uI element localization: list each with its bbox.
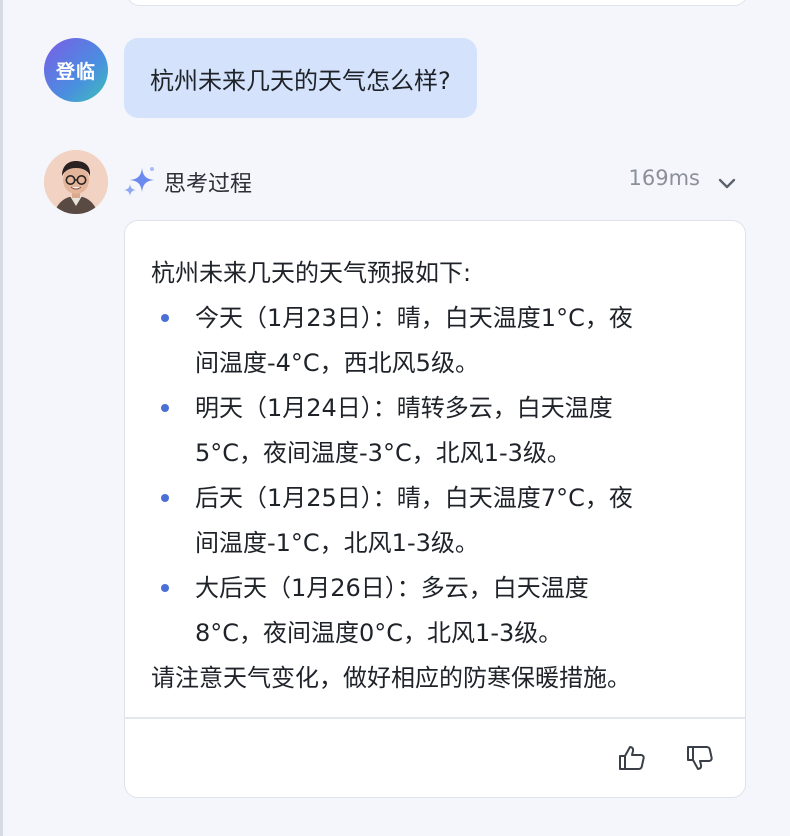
- bullet-dot: [161, 404, 169, 412]
- assistant-answer-card: 杭州未来几天的天气预报如下: 今天（1月23日）：晴，白天温度1°C，夜 间温度…: [124, 220, 746, 798]
- expand-thinking-button[interactable]: [712, 168, 742, 198]
- assistant-avatar-image: [44, 150, 108, 214]
- forecast-item: 明天（1月24日）：晴转多云，白天温度 5°C，夜间温度-3°C，北风1-3级。: [151, 386, 719, 476]
- forecast-list: 今天（1月23日）：晴，白天温度1°C，夜 间温度-4°C，西北风5级。 明天（…: [151, 296, 719, 656]
- forecast-item-line: 间温度-1°C，北风1-3级。: [195, 529, 479, 557]
- user-message-bubble: 杭州未来几天的天气怎么样?: [124, 38, 477, 118]
- thumbs-down-icon: [687, 746, 713, 770]
- like-button[interactable]: [615, 741, 649, 775]
- forecast-item-line: 今天（1月23日）：晴，白天温度1°C，夜: [195, 304, 633, 332]
- chat-page: 登临 杭州未来几天的天气怎么样? 思考过程 169ms 杭州未来几天的天气预报如…: [0, 0, 790, 836]
- forecast-item-line: 大后天（1月26日）：多云，白天温度: [195, 574, 589, 602]
- feedback-row: [125, 733, 745, 785]
- bullet-dot: [161, 584, 169, 592]
- feedback-divider: [125, 717, 745, 719]
- forecast-item-line: 8°C，夜间温度0°C，北风1-3级。: [195, 619, 563, 647]
- forecast-item-line: 5°C，夜间温度-3°C，北风1-3级。: [195, 439, 571, 467]
- forecast-item: 今天（1月23日）：晴，白天温度1°C，夜 间温度-4°C，西北风5级。: [151, 296, 719, 386]
- thinking-process-label[interactable]: 思考过程: [164, 166, 252, 198]
- answer-intro: 杭州未来几天的天气预报如下:: [151, 259, 472, 287]
- answer-outro: 请注意天气变化，做好相应的防寒保暖措施。: [151, 664, 631, 692]
- user-avatar-text: 登临: [55, 60, 96, 83]
- forecast-item: 大后天（1月26日）：多云，白天温度 8°C，夜间温度0°C，北风1-3级。: [151, 566, 719, 656]
- forecast-item-line: 后天（1月25日）：晴，白天温度7°C，夜: [195, 484, 633, 512]
- left-edge-divider: [0, 0, 3, 836]
- sparkle-icon: [122, 164, 158, 200]
- previous-message-card: [126, 0, 748, 6]
- bullet-dot: [161, 314, 169, 322]
- forecast-item-line: 间温度-4°C，西北风5级。: [195, 349, 479, 377]
- user-message-text: 杭州未来几天的天气怎么样?: [150, 66, 451, 95]
- forecast-item-line: 明天（1月24日）：晴转多云，白天温度: [195, 394, 613, 422]
- forecast-item: 后天（1月25日）：晴，白天温度7°C，夜 间温度-1°C，北风1-3级。: [151, 476, 719, 566]
- thinking-time: 169ms: [628, 166, 700, 190]
- bullet-dot: [161, 494, 169, 502]
- assistant-avatar[interactable]: [44, 150, 108, 214]
- thumbs-up-icon: [619, 746, 645, 770]
- dislike-button[interactable]: [683, 741, 717, 775]
- chevron-down-icon: [718, 178, 736, 189]
- answer-body: 杭州未来几天的天气预报如下: 今天（1月23日）：晴，白天温度1°C，夜 间温度…: [125, 221, 745, 701]
- user-avatar[interactable]: 登临: [44, 38, 108, 102]
